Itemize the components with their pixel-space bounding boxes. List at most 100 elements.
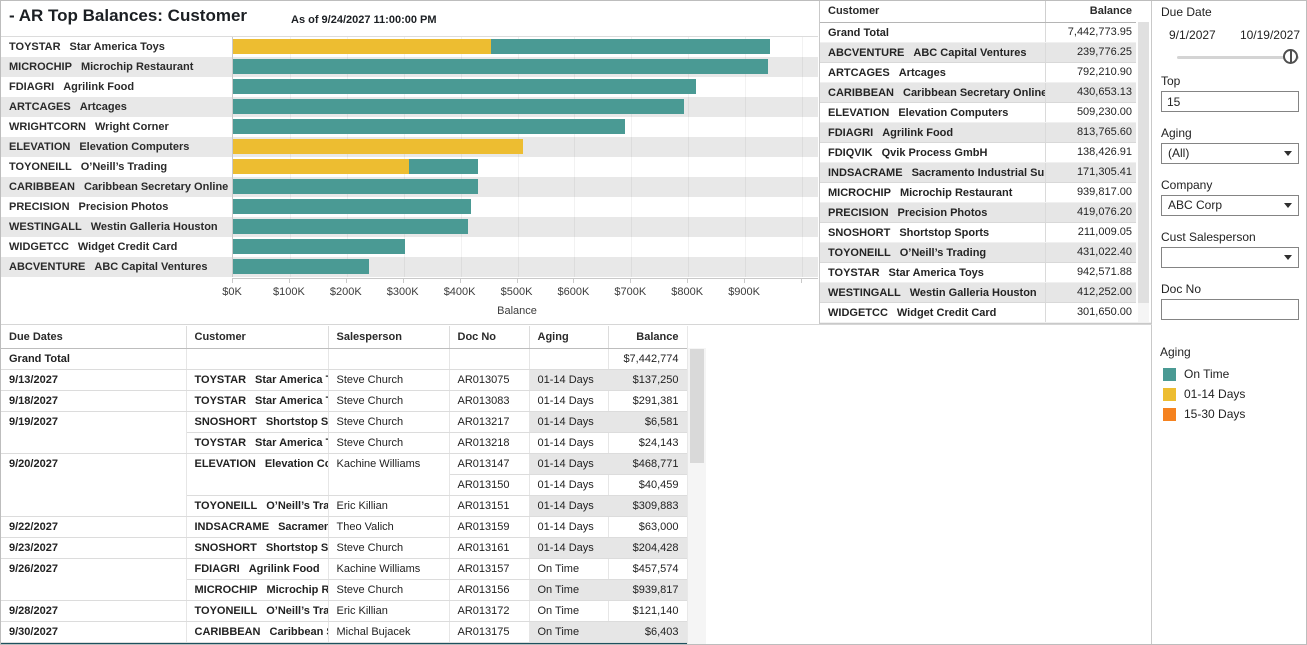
bar-segment[interactable] [233, 259, 369, 274]
cust-salesperson-dropdown[interactable] [1161, 247, 1299, 268]
table-row[interactable]: WESTINGALLWestin Galleria Houston412,252… [820, 283, 1151, 303]
table-row[interactable]: 9/19/2027SNOSHORTShortstop SportsSteve C… [1, 411, 687, 432]
gridline [574, 157, 575, 177]
cell-balance: $40,459 [608, 474, 687, 495]
stacked-bar[interactable] [233, 79, 696, 94]
table-row[interactable]: TOYONEILLO’Neill’s Trading431,022.40 [820, 243, 1151, 263]
doc-no-input[interactable] [1161, 299, 1299, 320]
bar-segment[interactable] [233, 199, 471, 214]
customer-cell: MICROCHIPMicrochip Restaurant [820, 183, 1045, 202]
cell-due-date: 9/26/2027 [1, 558, 186, 600]
bar-row[interactable]: ARTCAGESArtcages [1, 97, 818, 117]
table-row[interactable]: ABCVENTUREABC Capital Ventures239,776.25 [820, 43, 1151, 63]
table-row[interactable]: Grand Total7,442,773.95 [820, 23, 1151, 43]
stacked-bar[interactable] [233, 39, 770, 54]
table-row[interactable]: WIDGETCCWidget Credit Card301,650.00 [820, 303, 1151, 323]
customer-code: ARTCAGES [9, 101, 71, 113]
legend-item[interactable]: 15-30 Days [1163, 404, 1245, 424]
table-row[interactable]: CARIBBEANCaribbean Secretary Online430,6… [820, 83, 1151, 103]
table-row[interactable]: PRECISIONPrecision Photos419,076.20 [820, 203, 1151, 223]
bar-row[interactable]: WIDGETCCWidget Credit Card [1, 237, 818, 257]
axis-tick [630, 279, 631, 283]
table-row[interactable]: SNOSHORTShortstop Sports211,009.05 [820, 223, 1151, 243]
bar-segment[interactable] [233, 139, 523, 154]
bar-segment[interactable] [233, 239, 405, 254]
table-row[interactable]: 9/23/2027SNOSHORTShortstop SportsSteve C… [1, 537, 687, 558]
customer-code: ARTCAGES [828, 67, 890, 79]
table-row[interactable]: 9/18/2027TOYSTARStar America ToysSteve C… [1, 390, 687, 411]
bar-row[interactable]: TOYONEILLO’Neill’s Trading [1, 157, 818, 177]
gridline [688, 137, 689, 157]
table-row[interactable]: 9/20/2027ELEVATIONElevation ComputersKac… [1, 453, 687, 474]
stacked-bar[interactable] [233, 259, 369, 274]
company-dropdown[interactable]: ABC Corp [1161, 195, 1299, 216]
bar-row[interactable]: PRECISIONPrecision Photos [1, 197, 818, 217]
legend-item[interactable]: 01-14 Days [1163, 384, 1245, 404]
table-row[interactable]: FDIAGRIAgrilink Food813,765.60 [820, 123, 1151, 143]
stacked-bar[interactable] [233, 179, 478, 194]
stacked-bar[interactable] [233, 239, 405, 254]
table-row[interactable]: MICROCHIPMicrochip Restaurant939,817.00 [820, 183, 1151, 203]
scrollbar-thumb[interactable] [1138, 22, 1149, 303]
bar-row[interactable]: ELEVATIONElevation Computers [1, 137, 818, 157]
aging-dropdown[interactable]: (All) [1161, 143, 1299, 164]
bar-row[interactable]: MICROCHIPMicrochip Restaurant [1, 57, 818, 77]
bar-segment[interactable] [233, 119, 625, 134]
table-row[interactable]: 9/26/2027FDIAGRIAgrilink FoodKachine Wil… [1, 558, 687, 579]
chevron-down-icon [1284, 255, 1292, 260]
bar-segment[interactable] [233, 159, 409, 174]
bar-row[interactable]: WRIGHTCORNWright Corner [1, 117, 818, 137]
stacked-bar[interactable] [233, 219, 468, 234]
stacked-bar[interactable] [233, 139, 523, 154]
table-row[interactable]: ELEVATIONElevation Computers509,230.00 [820, 103, 1151, 123]
table-row[interactable]: 9/28/2027TOYONEILLO’Neill’s TradingEric … [1, 600, 687, 621]
legend-label: 01-14 Days [1184, 387, 1245, 401]
bar-row[interactable]: WESTINGALLWestin Galleria Houston [1, 217, 818, 237]
table-row[interactable]: FDIQVIKQvik Process GmbH138,426.91 [820, 143, 1151, 163]
bar-segment[interactable] [409, 159, 478, 174]
stacked-bar[interactable] [233, 99, 684, 114]
customer-code: PRECISION [828, 207, 889, 219]
stacked-bar[interactable] [233, 59, 768, 74]
grand-total-row[interactable]: Grand Total$7,442,774 [1, 348, 687, 369]
table-row[interactable]: TOYSTARStar America Toys942,571.88 [820, 263, 1151, 283]
scrollbar[interactable] [687, 326, 706, 645]
bar-row[interactable]: CARIBBEANCaribbean Secretary Online [1, 177, 818, 197]
bar-segment[interactable] [491, 39, 770, 54]
stacked-bar[interactable] [233, 199, 471, 214]
cell-salesperson: Kachine Williams [328, 453, 449, 495]
balance-cell: 211,009.05 [1045, 223, 1136, 242]
bar-segment[interactable] [233, 39, 491, 54]
gridline [745, 137, 746, 157]
bar-row[interactable]: ABCVENTUREABC Capital Ventures [1, 257, 818, 277]
bar-segment[interactable] [233, 179, 478, 194]
gridline [631, 157, 632, 177]
customer-code: ELEVATION [828, 107, 889, 119]
due-date-slider-track[interactable] [1177, 56, 1299, 59]
scrollbar-thumb[interactable] [690, 349, 704, 463]
gridline [745, 237, 746, 257]
customer-cell: FDIAGRIAgrilink Food [820, 123, 1045, 142]
table-row[interactable]: 9/13/2027TOYSTARStar America ToysSteve C… [1, 369, 687, 390]
bar-segment[interactable] [233, 59, 768, 74]
bar-row[interactable]: TOYSTARStar America Toys [1, 37, 818, 57]
bar-segment[interactable] [233, 79, 696, 94]
stacked-bar[interactable] [233, 159, 478, 174]
gridline [745, 157, 746, 177]
table-row[interactable]: ARTCAGESArtcages792,210.90 [820, 63, 1151, 83]
scrollbar[interactable] [1136, 1, 1151, 322]
due-date-slider-handle[interactable] [1283, 49, 1298, 64]
bar-segment[interactable] [233, 99, 684, 114]
customer-code: PRECISION [9, 201, 70, 213]
bar-segment[interactable] [233, 219, 468, 234]
customer-name: Star America Toys [255, 437, 328, 449]
legend-item[interactable]: On Time [1163, 364, 1245, 384]
cell-salesperson: Michal Bujacek [328, 621, 449, 642]
bar-row[interactable]: FDIAGRIAgrilink Food [1, 77, 818, 97]
top-input[interactable] [1161, 91, 1299, 112]
customer-name: O’Neill’s Trading [900, 247, 986, 259]
table-row[interactable]: INDSACRAMESacramento Industrial Su..171,… [820, 163, 1151, 183]
table-row[interactable]: 9/30/2027CARIBBEANCaribbean Secretary On… [1, 621, 687, 642]
stacked-bar[interactable] [233, 119, 625, 134]
table-row[interactable]: 9/22/2027INDSACRAMESacramento Industrial… [1, 516, 687, 537]
